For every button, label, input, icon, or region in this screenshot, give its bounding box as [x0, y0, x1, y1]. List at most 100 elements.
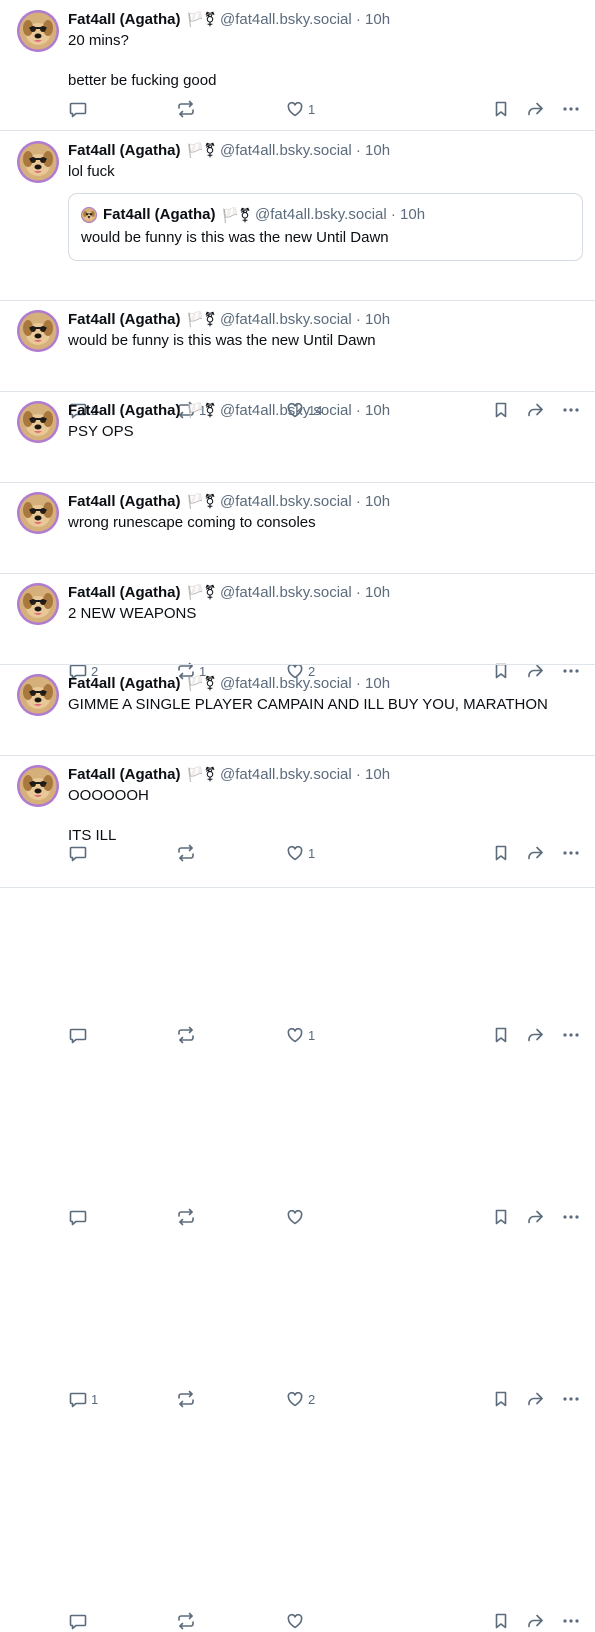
avatar[interactable] [17, 401, 59, 443]
more-options-button[interactable] [561, 1024, 581, 1046]
author-flags: 🏳️⚧ [186, 766, 216, 782]
post-text: 2 NEW WEAPONS [68, 605, 197, 622]
quoted-author-name: Fat4all (Agatha) [103, 206, 216, 223]
bookmark-button[interactable] [491, 98, 511, 120]
reply-count: 1 [91, 1391, 99, 1407]
author-handle[interactable]: @fat4all.bsky.social [220, 766, 352, 783]
separator: · [355, 142, 361, 159]
repost-button[interactable] [176, 1206, 199, 1228]
share-button[interactable] [525, 1206, 545, 1228]
author-handle[interactable]: @fat4all.bsky.social [220, 142, 352, 159]
repost-button[interactable] [176, 1388, 199, 1410]
post-time[interactable]: 10h [365, 584, 390, 601]
author-name[interactable]: Fat4all (Agatha) [68, 311, 181, 328]
bookmark-button[interactable] [491, 1610, 511, 1632]
more-options-button[interactable] [561, 98, 581, 120]
reply-button[interactable] [68, 1206, 91, 1228]
like-button[interactable] [285, 1206, 308, 1228]
post-text: 20 mins? better be fucking good [68, 32, 217, 89]
reply-button[interactable] [68, 1024, 91, 1046]
post-time[interactable]: 10h [365, 766, 390, 783]
share-icon [525, 1025, 545, 1045]
more-icon [561, 1389, 581, 1409]
bookmark-button[interactable] [491, 1206, 511, 1228]
avatar[interactable] [17, 674, 59, 716]
quoted-post[interactable]: Fat4all (Agatha) 🏳️⚧ @fat4all.bsky.socia… [68, 193, 583, 261]
author-flags: 🏳️⚧ [186, 584, 216, 600]
share-icon [525, 99, 545, 119]
reply-button[interactable] [68, 1610, 91, 1632]
separator: · [355, 584, 361, 601]
author-name[interactable]: Fat4all (Agatha) [68, 675, 181, 692]
bookmark-icon [491, 1025, 511, 1045]
author-name[interactable]: Fat4all (Agatha) [68, 402, 181, 419]
bookmark-button[interactable] [491, 1024, 511, 1046]
separator: · [355, 11, 361, 28]
author-name[interactable]: Fat4all (Agatha) [68, 493, 181, 510]
more-options-button[interactable] [561, 1206, 581, 1228]
more-icon [561, 99, 581, 119]
author-name[interactable]: Fat4all (Agatha) [68, 11, 181, 28]
repost-icon [176, 1207, 196, 1227]
quoted-post-header: Fat4all (Agatha) 🏳️⚧ @fat4all.bsky.socia… [81, 205, 570, 225]
post-time[interactable]: 10h [365, 11, 390, 28]
post-item: Fat4all (Agatha) 🏳️⚧ @fat4all.bsky.socia… [0, 392, 595, 862]
post-time[interactable]: 10h [365, 493, 390, 510]
post-item: Fat4all (Agatha) 🏳️⚧ @fat4all.bsky.socia… [0, 574, 595, 1226]
post-time[interactable]: 10h [365, 402, 390, 419]
like-button[interactable]: 1 [285, 1024, 315, 1046]
avatar[interactable] [17, 310, 59, 352]
post-actions: 1 [68, 1024, 583, 1046]
share-button[interactable] [525, 98, 545, 120]
post-time[interactable]: 10h [365, 142, 390, 159]
reply-button[interactable] [68, 98, 91, 120]
repost-icon [176, 1025, 196, 1045]
avatar[interactable] [17, 492, 59, 534]
avatar[interactable] [17, 10, 59, 52]
post-time[interactable]: 10h [365, 311, 390, 328]
more-options-button[interactable] [561, 1388, 581, 1410]
share-button[interactable] [525, 1388, 545, 1410]
bookmark-icon [491, 1611, 511, 1631]
share-icon [525, 1207, 545, 1227]
more-options-button[interactable] [561, 1610, 581, 1632]
author-name[interactable]: Fat4all (Agatha) [68, 766, 181, 783]
reply-icon [68, 1389, 88, 1409]
author-flags: 🏳️⚧ [186, 493, 216, 509]
like-button[interactable] [285, 1610, 308, 1632]
quoted-author-handle: @fat4all.bsky.social [255, 206, 387, 223]
author-name[interactable]: Fat4all (Agatha) [68, 142, 181, 159]
author-name[interactable]: Fat4all (Agatha) [68, 584, 181, 601]
bookmark-icon [491, 99, 511, 119]
post-content: 2 NEW WEAPONS [68, 604, 583, 624]
reply-icon [68, 1025, 88, 1045]
author-handle[interactable]: @fat4all.bsky.social [220, 311, 352, 328]
like-count: 1 [308, 101, 316, 117]
post-time[interactable]: 10h [365, 675, 390, 692]
author-handle[interactable]: @fat4all.bsky.social [220, 11, 352, 28]
avatar[interactable] [17, 583, 59, 625]
author-handle[interactable]: @fat4all.bsky.social [220, 493, 352, 510]
post-text: GIMME A SINGLE PLAYER CAMPAIN AND ILL BU… [68, 696, 548, 713]
post-content: lol fuck Fat4all (Agatha) 🏳️⚧ @fat4all.b… [68, 162, 583, 261]
post-header: Fat4all (Agatha) 🏳️⚧ @fat4all.bsky.socia… [68, 582, 390, 603]
share-button[interactable] [525, 1024, 545, 1046]
repost-button[interactable] [176, 98, 199, 120]
quoted-author-flags: 🏳️⚧ [221, 207, 251, 223]
reply-icon [68, 99, 88, 119]
like-button[interactable]: 1 [285, 98, 315, 120]
reply-button[interactable]: 1 [68, 1388, 98, 1410]
repost-button[interactable] [176, 1024, 199, 1046]
avatar[interactable] [17, 141, 59, 183]
post-item: Fat4all (Agatha) 🏳️⚧ @fat4all.bsky.socia… [0, 0, 595, 131]
repost-button[interactable] [176, 1610, 199, 1632]
separator: · [355, 675, 361, 692]
like-button[interactable]: 2 [285, 1388, 315, 1410]
author-handle[interactable]: @fat4all.bsky.social [220, 584, 352, 601]
post-header: Fat4all (Agatha) 🏳️⚧ @fat4all.bsky.socia… [68, 400, 390, 421]
author-handle[interactable]: @fat4all.bsky.social [220, 675, 352, 692]
avatar[interactable] [17, 765, 59, 807]
share-button[interactable] [525, 1610, 545, 1632]
bookmark-button[interactable] [491, 1388, 511, 1410]
author-handle[interactable]: @fat4all.bsky.social [220, 402, 352, 419]
